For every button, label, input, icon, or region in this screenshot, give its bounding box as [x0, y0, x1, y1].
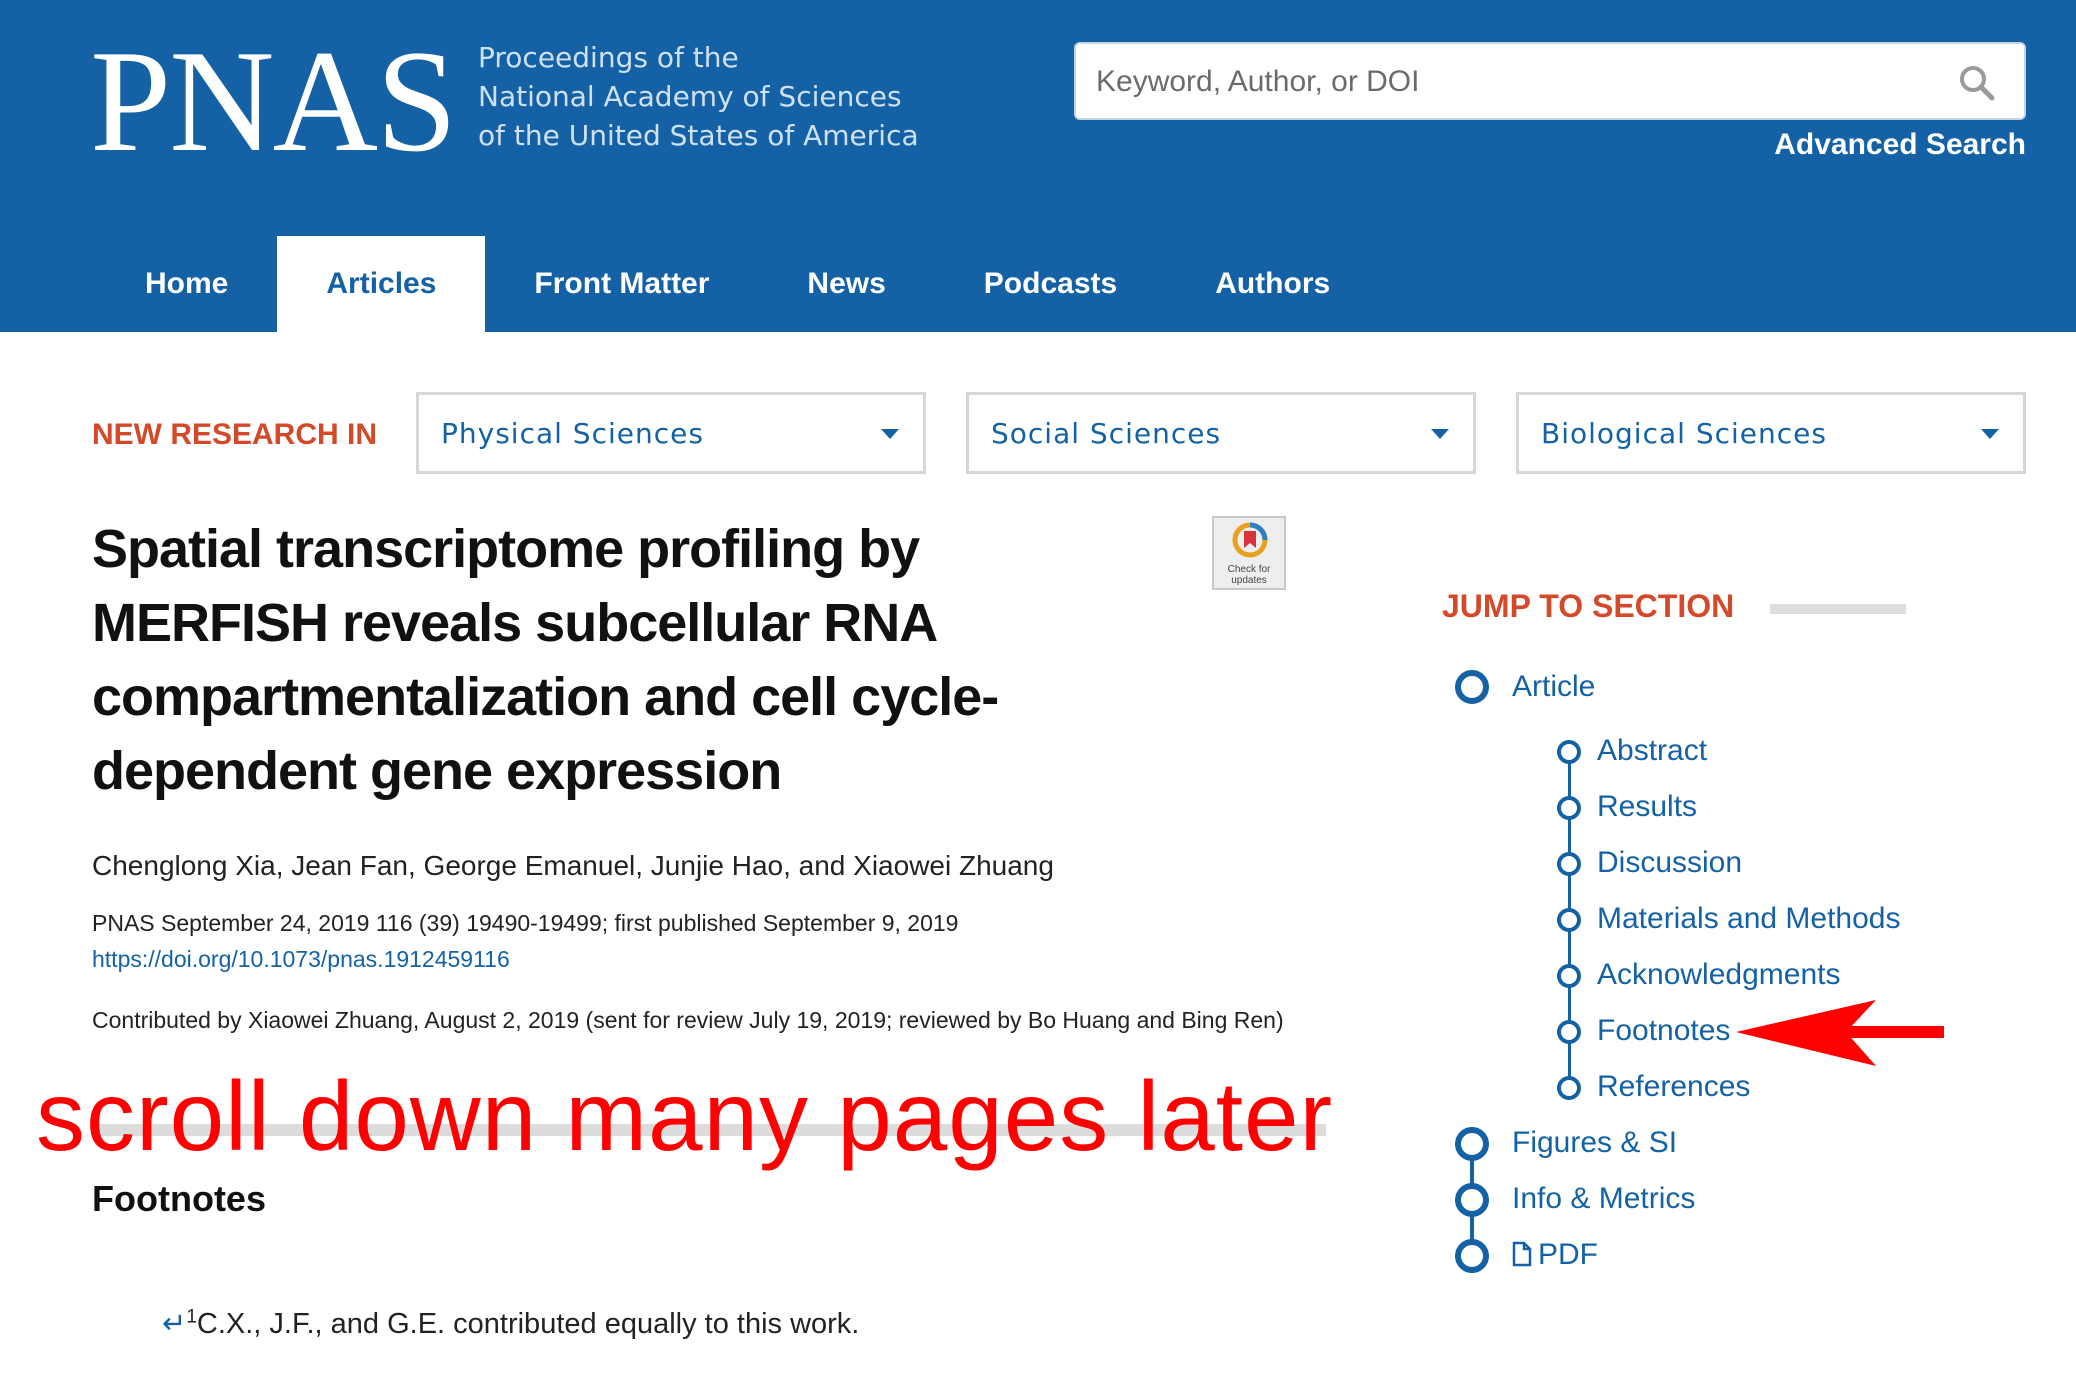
- toc-bullet: [1557, 1020, 1581, 1044]
- nav-podcasts[interactable]: Podcasts: [935, 236, 1166, 332]
- search-box: [1074, 42, 2026, 120]
- select-value: Biological Sciences: [1541, 417, 1827, 450]
- biological-sciences-select[interactable]: Biological Sciences: [1516, 392, 2026, 474]
- scroll-annotation: scroll down many pages later: [36, 1061, 1334, 1171]
- jump-to-section-bar: [1770, 604, 1906, 614]
- physical-sciences-select[interactable]: Physical Sciences: [416, 392, 926, 474]
- tagline-line: Proceedings of the: [478, 41, 739, 74]
- toc-bullet: [1455, 1183, 1489, 1217]
- toc-abstract[interactable]: Abstract: [1597, 734, 1707, 768]
- doi-link[interactable]: https://doi.org/10.1073/pnas.1912459116: [92, 946, 510, 973]
- toc-discussion[interactable]: Discussion: [1597, 846, 1742, 880]
- chevron-down-icon: [1431, 429, 1449, 439]
- nav-articles[interactable]: Articles: [277, 236, 486, 332]
- search-icon[interactable]: [1958, 64, 1996, 102]
- toc-bullet: [1557, 1076, 1581, 1100]
- nav-front-matter[interactable]: Front Matter: [485, 236, 758, 332]
- article-title: Spatial transcriptome profiling by MERFI…: [92, 519, 999, 801]
- chevron-down-icon: [1981, 429, 1999, 439]
- footnote-marker: 1: [186, 1306, 197, 1328]
- check-for-updates-badge[interactable]: Check for updates: [1212, 516, 1286, 590]
- toc-footnotes[interactable]: Footnotes: [1597, 1014, 1730, 1048]
- article-citation: PNAS September 24, 2019 116 (39) 19490-1…: [92, 910, 959, 936]
- chevron-down-icon: [881, 429, 899, 439]
- social-sciences-select[interactable]: Social Sciences: [966, 392, 1476, 474]
- advanced-search-link[interactable]: Advanced Search: [1774, 128, 2026, 162]
- nav-authors[interactable]: Authors: [1166, 236, 1379, 332]
- crossmark-label: Check for updates: [1227, 564, 1271, 586]
- tagline-line: of the United States of America: [478, 119, 919, 152]
- toc-bullet: [1557, 796, 1581, 820]
- return-arrow-icon[interactable]: ↵: [162, 1308, 186, 1340]
- toc-acknowledgments[interactable]: Acknowledgments: [1597, 958, 1840, 992]
- toc-bullet: [1455, 1127, 1489, 1161]
- jump-to-section-label: JUMP TO SECTION: [1442, 588, 1735, 624]
- toc-materials-and-methods[interactable]: Materials and Methods: [1597, 902, 1901, 936]
- toc-bullet: [1557, 964, 1581, 988]
- toc-article[interactable]: Article: [1512, 670, 1595, 704]
- red-arrow-annotation: [1736, 1000, 1944, 1066]
- toc-info-metrics[interactable]: Info & Metrics: [1512, 1182, 1695, 1216]
- toc-bullet: [1455, 1239, 1489, 1273]
- toc-pdf[interactable]: PDF: [1512, 1238, 1598, 1272]
- toc-bullet: [1557, 740, 1581, 764]
- nav-news[interactable]: News: [758, 236, 934, 332]
- select-value: Physical Sciences: [441, 417, 704, 450]
- select-value: Social Sciences: [991, 417, 1222, 450]
- footnote-text: C.X., J.F., and G.E. contributed equally…: [196, 1308, 860, 1340]
- site-tagline: Proceedings of the National Academy of S…: [478, 38, 919, 155]
- toc-pdf-label: PDF: [1538, 1238, 1598, 1271]
- toc-bullet: [1557, 852, 1581, 876]
- pnas-logo[interactable]: PNAS: [90, 28, 457, 174]
- footnote-item: ↵1C.X., J.F., and G.E. contributed equal…: [162, 1306, 859, 1341]
- new-research-label: NEW RESEARCH IN: [92, 418, 378, 451]
- main-nav: Home Articles Front Matter News Podcasts…: [96, 236, 1379, 332]
- footnotes-heading: Footnotes: [92, 1178, 266, 1219]
- toc-references[interactable]: References: [1597, 1070, 1750, 1104]
- toc-bullet: [1557, 908, 1581, 932]
- toc-figures-si[interactable]: Figures & SI: [1512, 1126, 1677, 1160]
- contributed-note: Contributed by Xiaowei Zhuang, August 2,…: [92, 1007, 1284, 1033]
- nav-home[interactable]: Home: [96, 236, 277, 332]
- document-icon: [1512, 1241, 1532, 1267]
- toc-results[interactable]: Results: [1597, 790, 1697, 824]
- toc-bullet: [1455, 670, 1489, 704]
- search-input[interactable]: [1096, 58, 1936, 106]
- tagline-line: National Academy of Sciences: [478, 80, 902, 113]
- crossmark-icon: [1232, 522, 1268, 558]
- site-header: PNAS Proceedings of the National Academy…: [0, 0, 2076, 332]
- article-authors: Chenglong Xia, Jean Fan, George Emanuel,…: [92, 850, 1054, 881]
